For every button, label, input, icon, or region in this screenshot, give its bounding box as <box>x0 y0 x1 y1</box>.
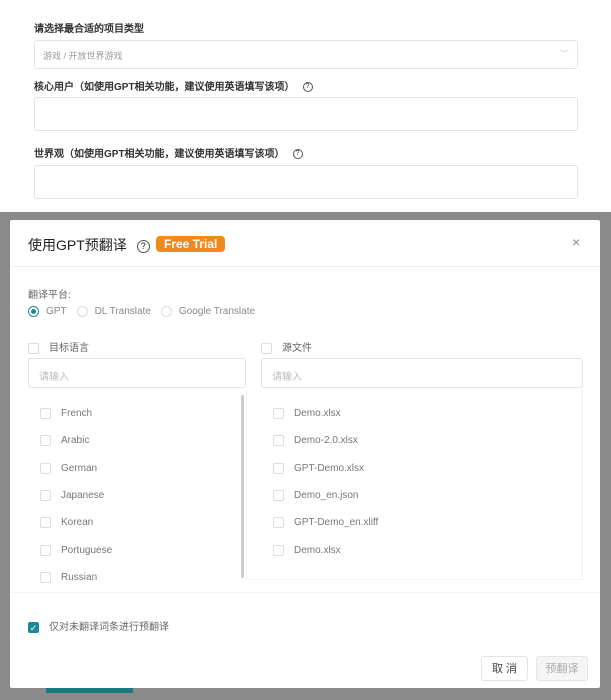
item-label: Korean <box>61 517 94 529</box>
language-item[interactable]: French <box>40 400 240 427</box>
help-icon[interactable]: ? <box>136 239 150 253</box>
placeholder: 请输入 <box>39 372 69 383</box>
checkbox-icon[interactable] <box>40 517 51 529</box>
project-type-value: 游戏 / 开放世界游戏 <box>43 51 123 61</box>
chevron-down-icon: ﹀ <box>559 49 569 59</box>
modal-title-text: 使用GPT预翻译 <box>28 237 127 253</box>
checkbox-checked-icon[interactable]: ✓ <box>28 621 39 633</box>
item-label: French <box>61 408 93 420</box>
gpt-pretranslate-modal: 使用GPT预翻译? Free Trial × 翻译平台: GPT DL Tran… <box>10 220 600 688</box>
worldview-label-text: 世界观（如使用GPT相关功能，建议使用英语填写该项） <box>34 149 285 160</box>
checkbox-icon[interactable] <box>40 544 51 556</box>
target-language-header[interactable]: 目标语言 <box>28 339 89 354</box>
checkbox-icon[interactable] <box>40 490 51 502</box>
checkbox-icon[interactable] <box>40 462 51 474</box>
radio-label: Google Translate <box>178 306 256 317</box>
file-item[interactable]: GPT-Demo.xlsx <box>273 455 573 482</box>
language-item[interactable]: Russian <box>40 564 240 591</box>
only-untranslated-option[interactable]: ✓ 仅对未翻译词条进行预翻译 <box>28 618 169 633</box>
only-untranslated-label: 仅对未翻译词条进行预翻译 <box>49 622 169 633</box>
radio-label: DL Translate <box>94 306 151 317</box>
radio-icon <box>76 306 88 317</box>
checkbox-icon[interactable] <box>261 342 272 354</box>
item-label: GPT-Demo_en.xliff <box>294 517 379 529</box>
radio-icon <box>160 306 172 317</box>
item-label: German <box>61 462 98 474</box>
divider <box>10 266 600 267</box>
checkbox-icon[interactable] <box>273 517 284 529</box>
item-label: Portuguese <box>61 544 113 556</box>
divider <box>10 592 600 593</box>
modal-title: 使用GPT预翻译? <box>28 235 150 255</box>
checkbox-icon[interactable] <box>40 408 51 420</box>
file-item[interactable]: Demo-2.0.xlsx <box>273 427 573 454</box>
radio-dl-translate[interactable]: DL Translate <box>76 306 151 317</box>
checkbox-icon[interactable] <box>40 435 51 447</box>
free-trial-badge: Free Trial <box>156 236 226 252</box>
radio-gpt[interactable]: GPT <box>28 306 67 317</box>
project-type-select[interactable]: 游戏 / 开放世界游戏 ﹀ <box>34 40 578 69</box>
radio-selected-icon <box>28 306 39 317</box>
source-file-label: 源文件 <box>282 343 312 354</box>
checkbox-icon[interactable] <box>40 571 51 583</box>
item-label: Demo.xlsx <box>294 408 341 420</box>
language-item[interactable]: German <box>40 455 240 482</box>
language-list: French Arabic German Japanese Korean Portugue… <box>40 400 240 592</box>
language-item[interactable]: Japanese <box>40 482 240 509</box>
file-item[interactable]: Demo_en.json <box>273 482 573 509</box>
item-label: Japanese <box>61 490 105 502</box>
item-label: Russian <box>61 571 98 583</box>
checkbox-icon[interactable] <box>273 490 284 502</box>
file-item[interactable]: GPT-Demo_en.xliff <box>273 509 573 536</box>
worldview-input[interactable] <box>34 165 578 199</box>
item-label: GPT-Demo.xlsx <box>294 462 365 474</box>
cancel-button[interactable]: 取 消 <box>481 656 528 681</box>
pretranslate-button[interactable]: 预翻译 <box>536 656 588 681</box>
checkbox-icon[interactable] <box>28 342 39 354</box>
file-list: Demo.xlsx Demo-2.0.xlsx GPT-Demo.xlsx Demo_… <box>273 400 573 564</box>
platform-label: 翻译平台: <box>28 290 71 301</box>
item-label: Demo_en.json <box>294 490 359 502</box>
source-file-header[interactable]: 源文件 <box>261 339 312 354</box>
radio-google-translate[interactable]: Google Translate <box>160 306 256 317</box>
background-progress-bar <box>46 688 133 693</box>
project-type-label: 请选择最合适的项目类型 <box>34 24 144 35</box>
item-label: Arabic <box>61 435 90 447</box>
worldview-label: 世界观（如使用GPT相关功能，建议使用英语填写该项）? <box>34 145 303 160</box>
scrollbar[interactable] <box>241 395 244 578</box>
language-item[interactable]: Korean <box>40 509 240 536</box>
core-users-input[interactable] <box>34 97 578 131</box>
platform-radio-group: GPT DL Translate Google Translate <box>28 306 265 317</box>
target-language-label: 目标语言 <box>49 343 89 354</box>
file-item[interactable]: Demo.xlsx <box>273 536 573 563</box>
help-icon[interactable]: ? <box>292 149 303 160</box>
checkbox-icon[interactable] <box>273 435 284 447</box>
file-item[interactable]: Demo.xlsx <box>273 400 573 427</box>
placeholder: 请输入 <box>272 372 302 383</box>
checkbox-icon[interactable] <box>273 544 284 556</box>
item-label: Demo-2.0.xlsx <box>294 435 358 447</box>
help-icon[interactable]: ? <box>302 82 313 93</box>
language-item[interactable]: Portuguese <box>40 536 240 563</box>
core-users-label-text: 核心用户（如使用GPT相关功能，建议使用英语填写该项） <box>34 82 295 93</box>
language-item[interactable]: Arabic <box>40 427 240 454</box>
item-label: Demo.xlsx <box>294 544 341 556</box>
core-users-label: 核心用户（如使用GPT相关功能，建议使用英语填写该项）? <box>34 78 313 93</box>
checkbox-icon[interactable] <box>273 408 284 420</box>
checkbox-icon[interactable] <box>273 462 284 474</box>
source-file-search[interactable]: 请输入 <box>261 358 583 388</box>
radio-label: GPT <box>46 306 67 317</box>
target-language-search[interactable]: 请输入 <box>28 358 246 388</box>
close-icon[interactable]: × <box>572 234 580 250</box>
